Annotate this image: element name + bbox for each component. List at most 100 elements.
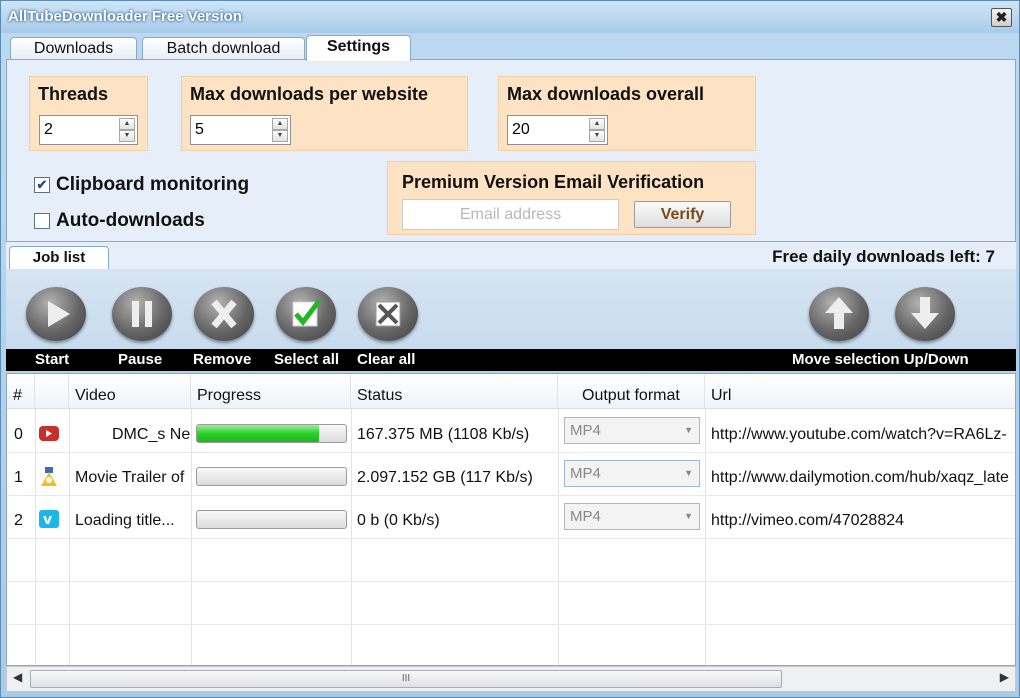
premium-title: Premium Version Email Verification bbox=[402, 172, 705, 192]
start-label: Start bbox=[35, 351, 70, 368]
start-button[interactable] bbox=[26, 287, 86, 341]
clipboard-monitoring-option[interactable]: ✔ Clipboard monitoring bbox=[34, 174, 249, 196]
auto-downloads-checkbox[interactable] bbox=[34, 212, 50, 229]
max-per-website-spinner[interactable]: 5 ▲ ▼ bbox=[190, 115, 291, 145]
chevron-down-icon: ▼ bbox=[684, 511, 693, 521]
row-2-url: http://vimeo.com/47028824 bbox=[711, 512, 905, 529]
remove-icon bbox=[211, 299, 237, 329]
remove-button[interactable] bbox=[194, 287, 254, 341]
auto-downloads-option[interactable]: Auto-downloads bbox=[34, 210, 205, 232]
chevron-down-icon: ▼ bbox=[684, 425, 693, 435]
row-2-progress bbox=[196, 510, 347, 529]
select-all-button[interactable] bbox=[276, 287, 336, 341]
row-0-index: 0 bbox=[14, 426, 23, 443]
pause-label: Pause bbox=[118, 351, 163, 368]
verify-button[interactable]: Verify bbox=[634, 201, 731, 228]
spin-down-icon[interactable]: ▼ bbox=[589, 130, 605, 142]
clear-all-label: Clear all bbox=[357, 351, 416, 368]
spin-up-icon[interactable]: ▲ bbox=[119, 118, 135, 130]
arrow-down-icon bbox=[911, 297, 939, 329]
row-1-video: Movie Trailer of bbox=[75, 469, 185, 486]
toolbar-labels: Start Pause Remove Select all Clear all … bbox=[6, 349, 1016, 371]
max-overall-label: Max downloads overall bbox=[507, 84, 705, 104]
vimeo-icon: v bbox=[39, 510, 59, 528]
title-bar: AllTubeDownloader Free Version ✖ bbox=[1, 1, 1019, 33]
horizontal-scrollbar[interactable]: ◀ III ▶ bbox=[6, 666, 1016, 692]
settings-panel: Threads 2 ▲ ▼ Max downloads per website … bbox=[6, 59, 1016, 242]
tab-settings[interactable]: Settings bbox=[306, 35, 411, 61]
row-2-video: Loading title... bbox=[75, 512, 175, 529]
threads-box: Threads 2 ▲ ▼ bbox=[29, 76, 148, 151]
max-per-website-label: Max downloads per website bbox=[190, 84, 429, 104]
remove-label: Remove bbox=[193, 351, 252, 368]
youtube-icon bbox=[39, 426, 59, 441]
clipboard-monitoring-checkbox[interactable]: ✔ bbox=[34, 176, 50, 193]
clear-all-icon bbox=[375, 301, 401, 327]
spin-up-icon[interactable]: ▲ bbox=[589, 118, 605, 130]
spin-down-icon[interactable]: ▼ bbox=[119, 130, 135, 142]
spin-up-icon[interactable]: ▲ bbox=[272, 118, 288, 130]
row-1-status: 2.097.152 GB (117 Kb/s) bbox=[357, 469, 533, 486]
auto-downloads-label: Auto-downloads bbox=[56, 210, 205, 231]
move-down-button[interactable] bbox=[895, 287, 955, 341]
row-1-index: 1 bbox=[14, 469, 23, 486]
tab-downloads[interactable]: Downloads bbox=[10, 37, 137, 61]
scroll-thumb[interactable]: III bbox=[30, 670, 782, 688]
threads-spinner[interactable]: 2 ▲ ▼ bbox=[39, 115, 138, 145]
max-overall-box: Max downloads overall 20 ▲ ▼ bbox=[498, 76, 756, 151]
scroll-right-icon[interactable]: ▶ bbox=[1000, 670, 1009, 684]
spin-down-icon[interactable]: ▼ bbox=[272, 130, 288, 142]
premium-verification-box: Premium Version Email Verification Email… bbox=[387, 161, 756, 235]
window-title: AllTubeDownloader Free Version bbox=[8, 8, 242, 25]
table-header: # Video Progress Status Output format Ur… bbox=[7, 374, 1015, 409]
col-header-status[interactable]: Status bbox=[351, 374, 558, 409]
threads-value[interactable]: 2 bbox=[44, 121, 53, 139]
joblist-bar: Job list Free daily downloads left: 7 bbox=[6, 242, 1016, 270]
scroll-left-icon[interactable]: ◀ bbox=[13, 670, 22, 684]
col-header-progress[interactable]: Progress bbox=[191, 374, 351, 409]
max-overall-spinner[interactable]: 20 ▲ ▼ bbox=[507, 115, 608, 145]
col-header-icon[interactable] bbox=[35, 374, 69, 409]
row-1-url: http://www.dailymotion.com/hub/xaqz_late bbox=[711, 469, 1009, 486]
move-up-button[interactable] bbox=[809, 287, 869, 341]
col-header-video[interactable]: Video bbox=[69, 374, 191, 409]
row-0-format-select[interactable]: MP4 ▼ bbox=[564, 417, 700, 444]
email-input[interactable]: Email address bbox=[402, 199, 619, 230]
play-icon bbox=[48, 301, 70, 327]
row-1-progress bbox=[196, 467, 347, 486]
row-1-format-select[interactable]: MP4 ▼ bbox=[564, 460, 700, 487]
row-2-status: 0 b (0 Kb/s) bbox=[357, 512, 440, 529]
max-per-website-box: Max downloads per website 5 ▲ ▼ bbox=[181, 76, 468, 151]
row-2-format-select[interactable]: MP4 ▼ bbox=[564, 503, 700, 530]
row-2-index: 2 bbox=[14, 512, 23, 529]
row-0-progress bbox=[196, 424, 347, 443]
tab-batch-download[interactable]: Batch download bbox=[142, 37, 305, 61]
pause-icon bbox=[132, 301, 152, 327]
row-0-status: 167.375 MB (1108 Kb/s) bbox=[357, 426, 530, 443]
threads-label: Threads bbox=[38, 84, 109, 104]
row-0-video: DMC_s Ne bbox=[112, 426, 190, 443]
clear-all-button[interactable] bbox=[358, 287, 418, 341]
col-header-index[interactable]: # bbox=[7, 374, 35, 409]
job-table: # Video Progress Status Output format Ur… bbox=[6, 373, 1016, 666]
dailymotion-icon bbox=[41, 467, 57, 486]
job-toolbar bbox=[6, 269, 1016, 349]
col-header-url[interactable]: Url bbox=[705, 374, 1015, 409]
select-all-label: Select all bbox=[274, 351, 340, 368]
max-overall-value[interactable]: 20 bbox=[512, 121, 530, 139]
main-tabs: Downloads Batch download Settings bbox=[6, 35, 1016, 61]
pause-button[interactable] bbox=[112, 287, 172, 341]
select-all-icon bbox=[292, 299, 321, 327]
max-per-website-value[interactable]: 5 bbox=[195, 121, 204, 139]
col-header-output-format[interactable]: Output format bbox=[558, 374, 705, 409]
arrow-up-icon bbox=[825, 297, 853, 329]
row-0-url: http://www.youtube.com/watch?v=RA6Lz- bbox=[711, 426, 1007, 443]
tab-job-list[interactable]: Job list bbox=[9, 246, 109, 270]
close-button[interactable]: ✖ bbox=[991, 8, 1012, 27]
move-selection-label: Move selection Up/Down bbox=[792, 351, 969, 368]
free-downloads-left: Free daily downloads left: 7 bbox=[772, 247, 995, 266]
svg-text:v: v bbox=[43, 512, 52, 528]
row-2-format: MP4 bbox=[570, 508, 601, 525]
clipboard-monitoring-label: Clipboard monitoring bbox=[56, 174, 250, 195]
row-0-format: MP4 bbox=[570, 422, 601, 439]
